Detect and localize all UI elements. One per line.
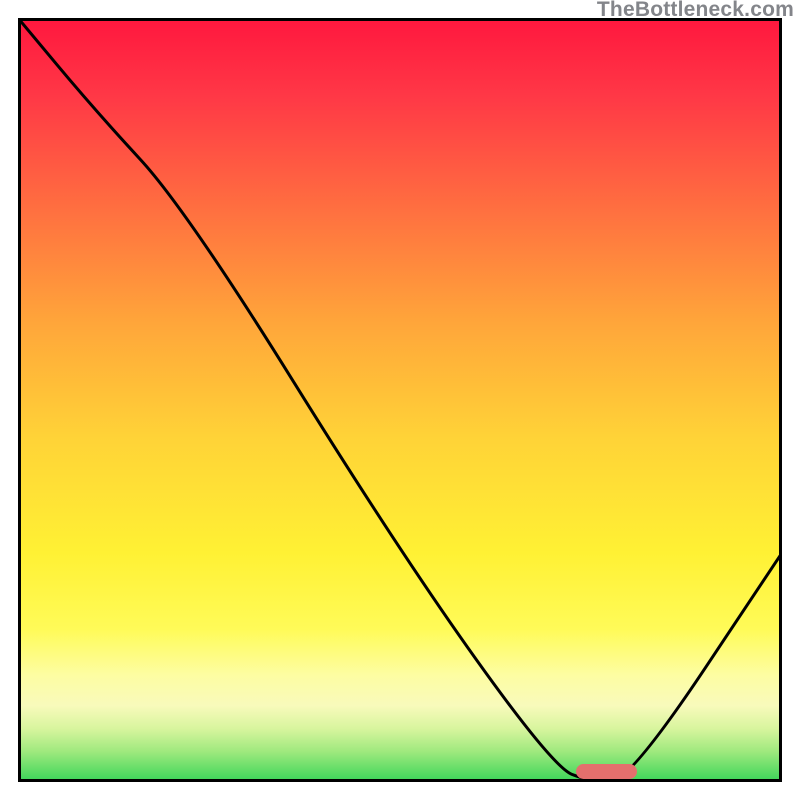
watermark-text: TheBottleneck.com <box>597 0 794 22</box>
bottleneck-chart: TheBottleneck.com <box>0 0 800 800</box>
chart-background-gradient <box>18 18 782 782</box>
